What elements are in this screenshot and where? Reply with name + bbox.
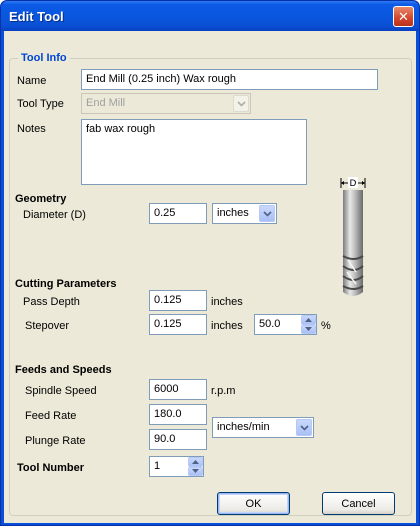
arrow-up-icon <box>192 459 199 464</box>
arrow-up-icon <box>305 317 312 322</box>
tool-number-value: 1 <box>154 460 161 472</box>
arrow-down-icon <box>305 327 312 332</box>
pass-depth-label: Pass Depth <box>23 296 80 308</box>
close-icon: ✕ <box>398 8 409 24</box>
spindle-speed-field[interactable]: 6000 <box>149 379 207 400</box>
close-button[interactable]: ✕ <box>393 6 414 27</box>
plunge-rate-label: Plunge Rate <box>25 435 86 447</box>
tool-info-legend: Tool Info <box>18 52 70 64</box>
rate-unit-select[interactable]: inches/min <box>212 417 314 438</box>
plunge-rate-field[interactable]: 90.0 <box>149 429 207 450</box>
arrow-down-icon <box>192 469 199 474</box>
rate-unit-value: inches/min <box>217 421 270 433</box>
diameter-diagram-label: D <box>350 179 357 189</box>
spindle-speed-label: Spindle Speed <box>25 385 97 397</box>
tool-type-label: Tool Type <box>17 98 64 110</box>
name-field[interactable]: End Mill (0.25 inch) Wax rough <box>81 69 378 90</box>
chevron-down-icon <box>299 424 309 431</box>
stepover-field[interactable]: 0.125 <box>149 314 207 335</box>
diameter-label: Diameter (D) <box>23 209 86 221</box>
notes-label: Notes <box>17 123 46 135</box>
spin-down-button[interactable] <box>301 324 316 334</box>
notes-field[interactable]: fab wax rough <box>81 119 307 185</box>
tool-type-dropdown-button[interactable] <box>233 95 249 112</box>
chevron-down-icon <box>262 210 272 217</box>
stepover-label: Stepover <box>25 320 70 332</box>
feeds-speeds-heading: Feeds and Speeds <box>15 364 112 376</box>
spin-down-button[interactable] <box>188 466 203 476</box>
tool-type-value: End Mill <box>86 97 126 109</box>
window-title: Edit Tool <box>9 9 64 24</box>
tool-type-select[interactable]: End Mill <box>81 93 251 114</box>
chevron-down-icon <box>236 100 246 107</box>
tool-number-spinner[interactable] <box>188 457 203 476</box>
end-mill-icon: D <box>340 177 366 296</box>
name-label: Name <box>17 75 47 87</box>
pass-depth-unit: inches <box>211 296 243 308</box>
cutting-parameters-heading: Cutting Parameters <box>15 278 117 290</box>
diameter-unit-value: inches <box>217 207 249 219</box>
tool-number-label: Tool Number <box>17 462 85 474</box>
stepover-percent-value: 50.0 <box>259 318 281 330</box>
diameter-unit-select[interactable]: inches <box>212 203 277 224</box>
stepover-unit: inches <box>211 320 243 332</box>
spindle-speed-unit: r.p.m <box>211 385 236 397</box>
edit-tool-dialog: Edit Tool ✕ Tool Info Name End Mill (0.2… <box>0 0 420 526</box>
percent-sign: % <box>321 320 331 332</box>
stepover-percent-spinner[interactable] <box>301 315 316 334</box>
cancel-button[interactable]: Cancel <box>322 492 395 515</box>
dialog-body: Tool Info Name End Mill (0.25 inch) Wax … <box>4 31 416 523</box>
title-bar[interactable]: Edit Tool ✕ <box>1 1 419 31</box>
spin-up-button[interactable] <box>301 315 316 325</box>
feed-rate-field[interactable]: 180.0 <box>149 404 207 425</box>
spin-up-button[interactable] <box>188 457 203 467</box>
pass-depth-field[interactable]: 0.125 <box>149 290 207 311</box>
geometry-heading: Geometry <box>15 193 67 205</box>
diameter-field[interactable]: 0.25 <box>149 203 207 224</box>
ok-button[interactable]: OK <box>217 492 290 515</box>
rate-unit-dropdown-button[interactable] <box>296 419 312 436</box>
feed-rate-label: Feed Rate <box>25 410 77 422</box>
diameter-unit-dropdown-button[interactable] <box>259 205 275 222</box>
